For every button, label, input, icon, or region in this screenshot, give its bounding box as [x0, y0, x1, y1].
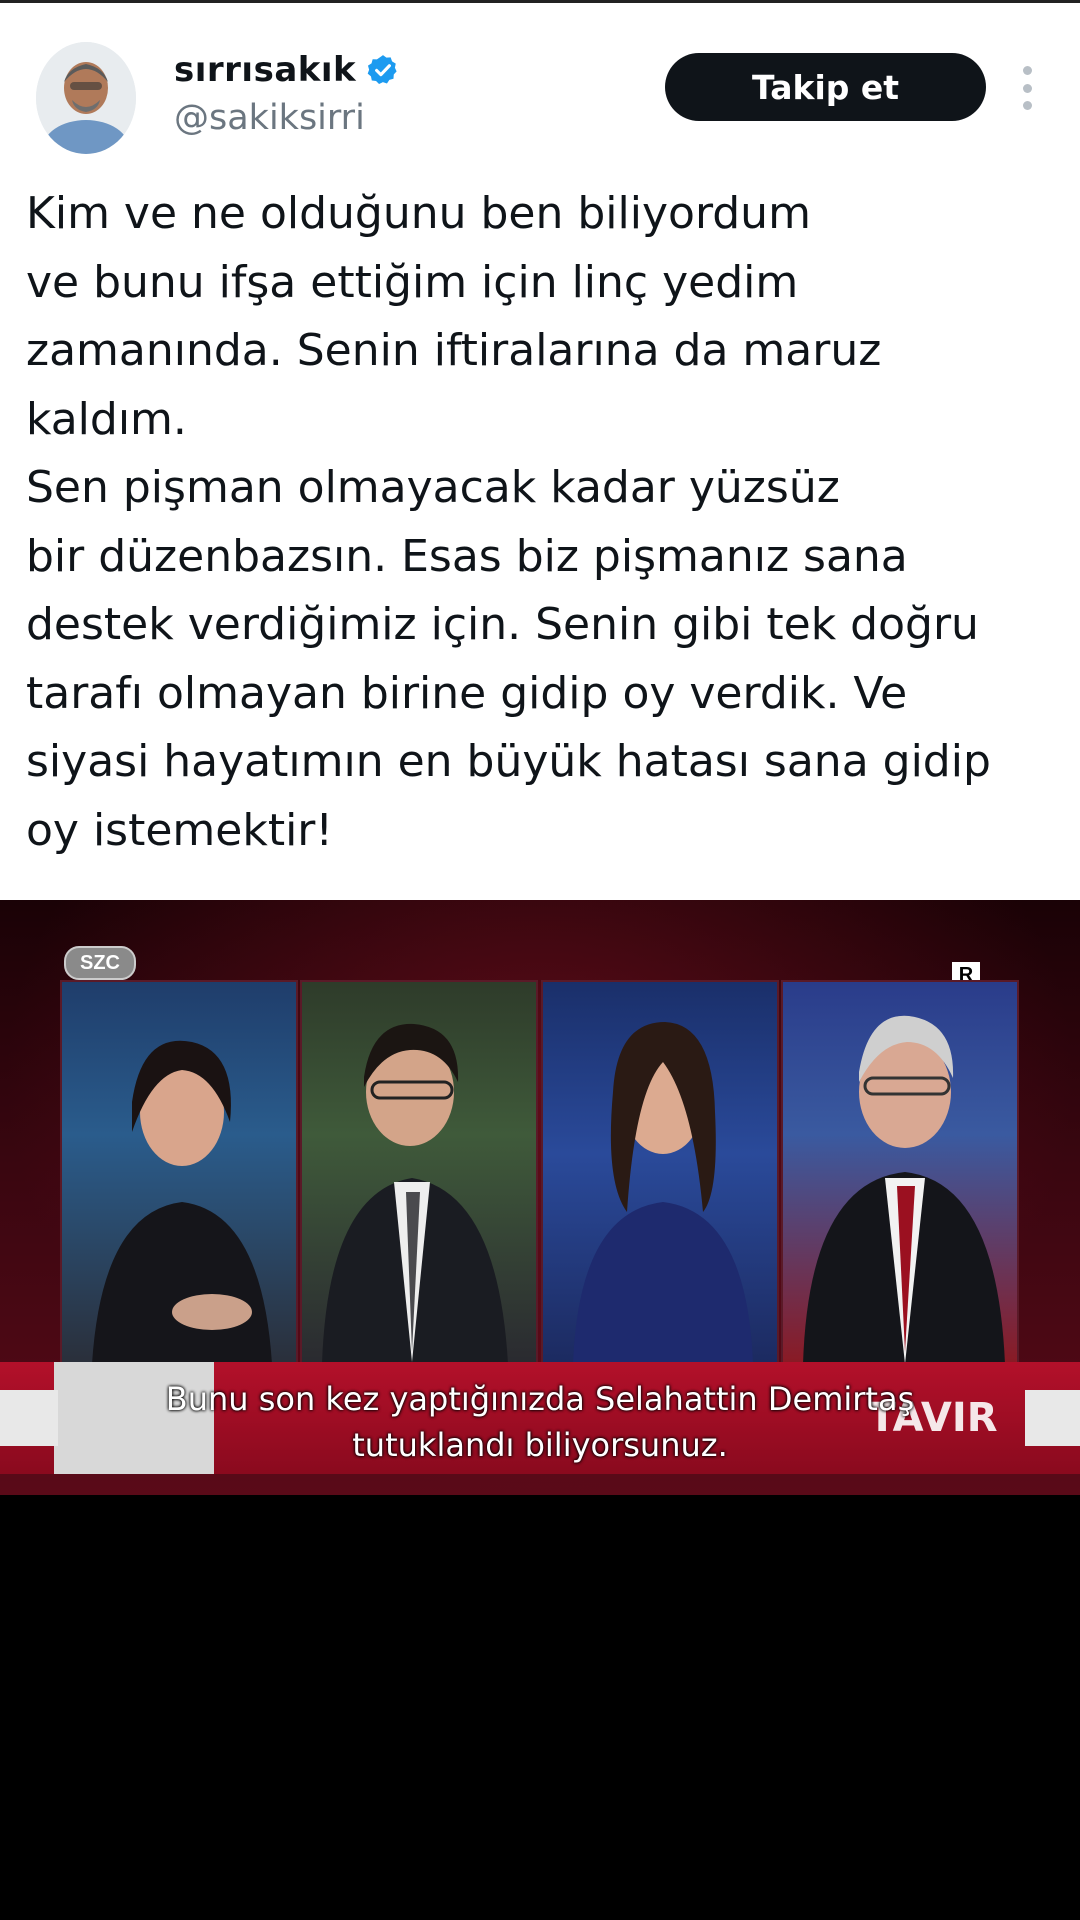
top-divider — [0, 0, 1080, 3]
lower-third-right-edge — [1025, 1390, 1080, 1446]
verified-badge-icon — [367, 55, 397, 85]
tweet-line: kaldım. — [26, 393, 187, 445]
lower-third-left-edge — [0, 1390, 58, 1446]
tweet-line: destek verdiğimiz için. Senin gibi tek d… — [26, 599, 979, 650]
more-dot — [1022, 83, 1032, 93]
author-handle[interactable]: @sakiksirri — [174, 98, 365, 138]
tweet-line: ve bunu ifşa ettiğim için linç yedim — [26, 256, 799, 308]
subtitle-line: Bunu son kez yaptığınızda Selahattin Dem… — [165, 1380, 915, 1418]
tweet-line: oy istemektir! — [26, 804, 334, 856]
embedded-video[interactable]: SZC R TAVIR Bunu son kez yaptığınızda Se… — [0, 900, 1080, 1495]
video-panel-guest-3 — [541, 980, 779, 1366]
empty-area — [0, 1495, 1080, 1920]
avatar[interactable] — [36, 42, 136, 154]
more-vertical-icon[interactable] — [1020, 66, 1034, 110]
tweet-line: bir düzenbazsın. Esas biz pişmanız sana — [26, 530, 908, 582]
more-dot — [1022, 66, 1032, 75]
tweet-line: siyasi hayatımın en büyük hatası sana gi… — [26, 736, 991, 787]
video-panel-guest-1 — [60, 980, 298, 1366]
video-subtitle: Bunu son kez yaptığınızda Selahattin Dem… — [60, 1376, 1020, 1468]
tweet-line: Sen pişman olmayacak kadar yüzsüz — [26, 462, 840, 513]
video-panel-guest-2 — [300, 980, 538, 1366]
video-panel-guest-4 — [781, 980, 1019, 1366]
follow-button[interactable]: Takip et — [665, 53, 986, 121]
subtitle-line: tutuklandı biliyorsunuz. — [352, 1426, 728, 1464]
channel-logo: SZC — [64, 946, 136, 980]
tweet-text: Kim ve ne olduğunu ben biliyordum ve bun… — [26, 180, 1066, 865]
author-display-name[interactable]: sırrısakık — [174, 50, 356, 90]
author-name-row[interactable]: sırrısakık — [174, 48, 400, 92]
more-dot — [1022, 101, 1032, 110]
tweet-card: sırrısakık @sakiksirri Takip et Kim ve n… — [0, 0, 1080, 900]
tweet-line: Kim ve ne olduğunu ben biliyordum — [26, 188, 811, 239]
tweet-line: tarafı olmayan birine gidip oy verdik. V… — [26, 667, 908, 719]
tweet-line: zamanında. Senin iftiralarına da maruz — [26, 325, 882, 376]
